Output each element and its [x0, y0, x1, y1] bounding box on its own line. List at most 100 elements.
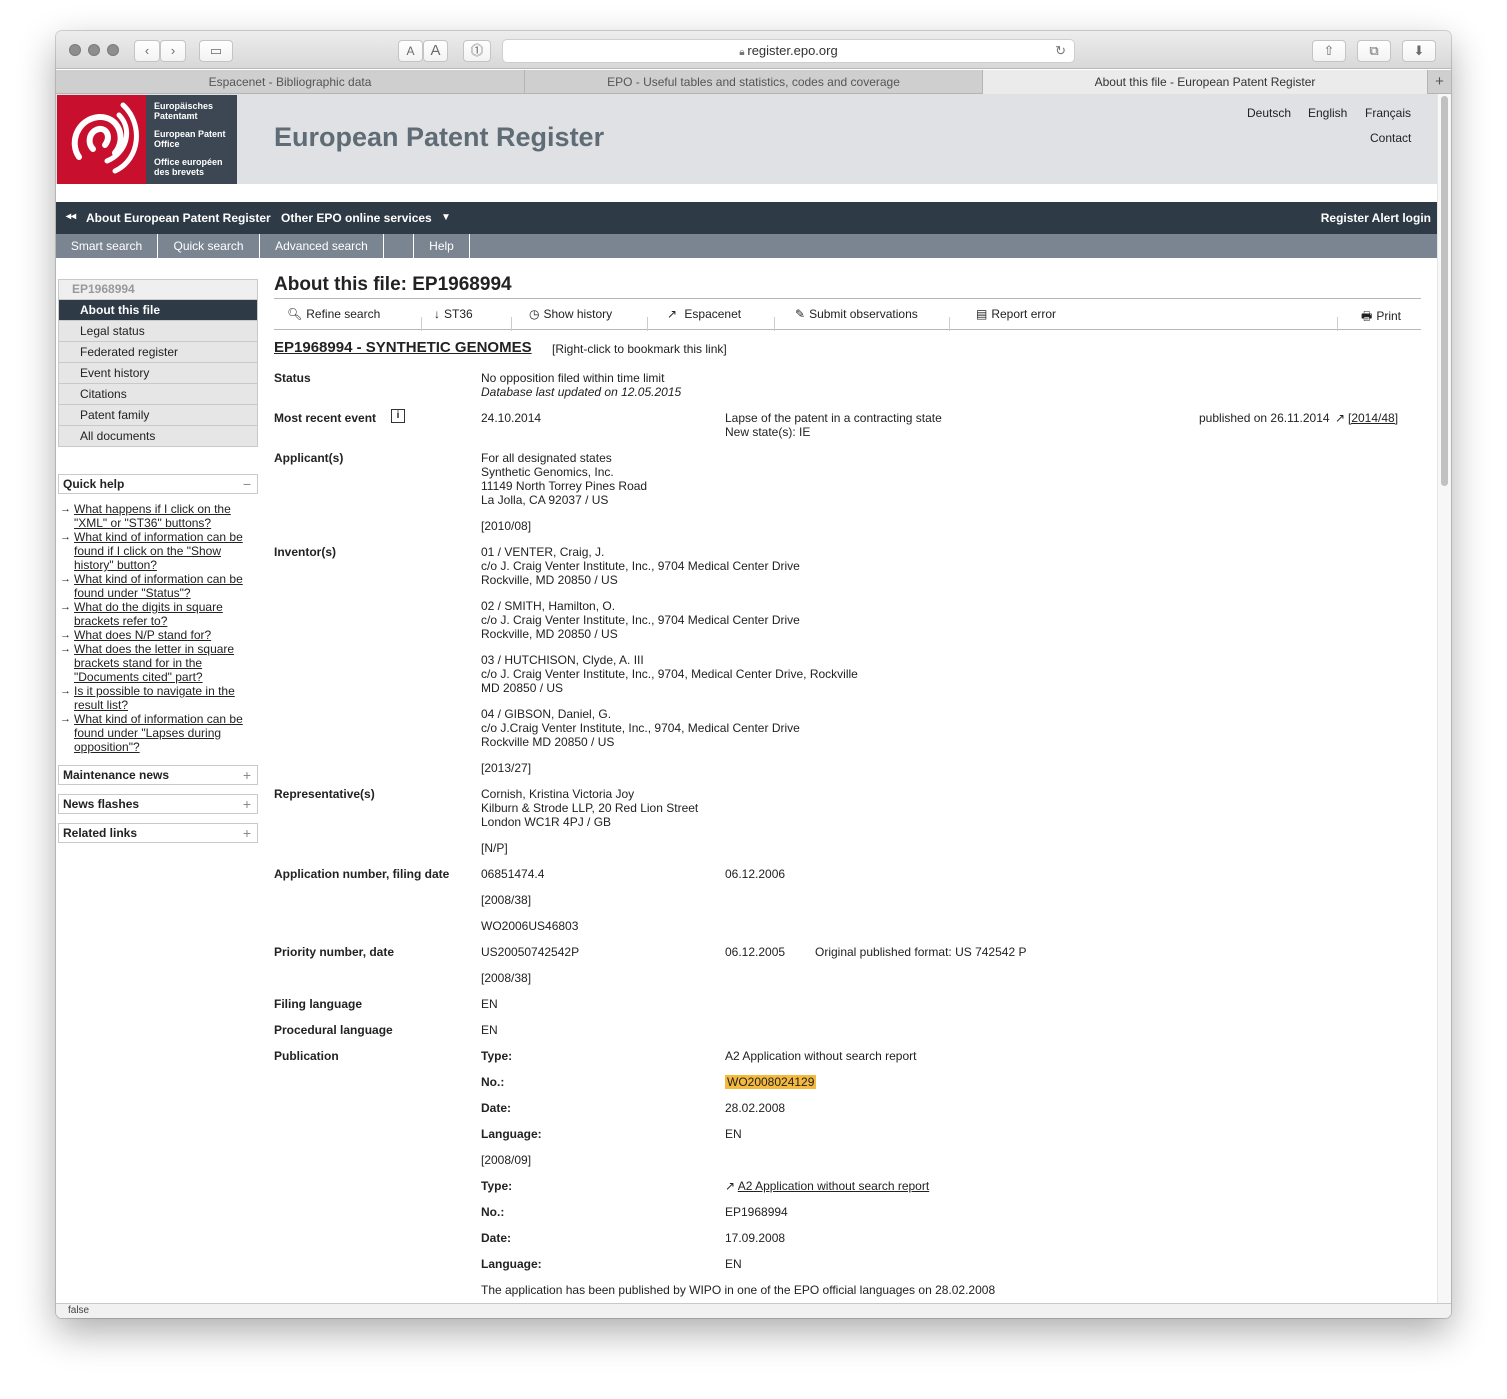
forward-button[interactable]: › [160, 40, 186, 62]
print-button[interactable]: 🖶︎ Print [1361, 307, 1401, 328]
patent-title-link[interactable]: EP1968994 - SYNTHETIC GENOMES [274, 339, 532, 356]
browser-window: ‹ › ▭ A A ⓵ 🔒︎ register.epo.org ↻ ⇧ ⧉ ⬇ … [56, 31, 1451, 1318]
downloads-button[interactable]: ⬇ [1402, 40, 1436, 62]
plus-icon: + [1435, 73, 1444, 90]
quick-help-item[interactable]: What do the digits in square brackets re… [60, 600, 256, 628]
applicant-line: For all designated states [481, 451, 612, 465]
register-alert-login[interactable]: Register Alert login [1321, 211, 1431, 225]
pub-no-highlight: WO2008024129 [725, 1075, 817, 1089]
epo-logo[interactable]: Europäisches Patentamt European Patent O… [57, 95, 237, 184]
nav-other-services[interactable]: Other EPO online services [281, 211, 432, 225]
subnav-advanced-search[interactable]: Advanced search [260, 234, 384, 258]
quick-help-item[interactable]: What happens if I click on the "XML" or … [60, 502, 256, 530]
procedural-language-label: Procedural language [274, 1023, 393, 1037]
logo-line-fr: Office européen des brevets [154, 157, 223, 177]
address-bar[interactable]: 🔒︎ register.epo.org ↻ [502, 39, 1075, 63]
pub-no-value[interactable]: WO2008024129 [725, 1075, 817, 1089]
sidebar-item-patent-family[interactable]: Patent family [59, 405, 257, 426]
external-link-icon: ↗ [667, 307, 678, 321]
epo-logo-mark [57, 95, 146, 184]
bulletin-link[interactable]: [2014/48] [1348, 411, 1398, 425]
subnav-quick-search[interactable]: Quick search [158, 234, 260, 258]
contact-link[interactable]: Contact [1370, 131, 1411, 145]
quick-help-item[interactable]: What kind of information can be found un… [60, 572, 256, 600]
caret-down-icon[interactable]: ▼ [441, 212, 451, 223]
quick-help-item[interactable]: What does the letter in square brackets … [60, 642, 256, 684]
quick-help-item[interactable]: What kind of information can be found if… [60, 530, 256, 572]
logo-line-de: Europäisches Patentamt [154, 101, 214, 121]
arrow-down-icon: ↓ [434, 307, 440, 321]
sidebar-item-all-documents[interactable]: All documents [59, 426, 257, 447]
lang-francais[interactable]: Français [1365, 106, 1411, 120]
tab-epo-tables[interactable]: EPO - Useful tables and statistics, code… [525, 70, 983, 94]
sidebar-item-about[interactable]: About this file [59, 300, 257, 321]
tab-espacenet[interactable]: Espacenet - Bibliographic data [56, 70, 525, 94]
sidebar-item-citations[interactable]: Citations [59, 384, 257, 405]
minimize-window-button[interactable] [88, 44, 100, 56]
representative-line: London WC1R 4PJ / GB [481, 815, 612, 829]
applicant-line: Synthetic Genomics, Inc. [481, 465, 614, 479]
zoom-window-button[interactable] [107, 44, 119, 56]
page-title: About this file: EP1968994 [274, 274, 512, 295]
font-small-icon: A [406, 44, 415, 58]
share-button[interactable]: ⇧ [1312, 40, 1346, 62]
close-window-button[interactable] [69, 44, 81, 56]
refine-search-button[interactable]: 🔍︎ Refine search [287, 307, 380, 321]
back-button[interactable]: ‹ [134, 40, 160, 62]
sidebar-item-federated-register[interactable]: Federated register [59, 342, 257, 363]
subnav-smart-search[interactable]: Smart search [56, 234, 158, 258]
sidebar-file-id: EP1968994 [59, 280, 257, 300]
subnav-empty[interactable] [384, 234, 414, 258]
inventors-label: Inventor(s) [274, 545, 337, 559]
quick-help-panel[interactable]: Quick help − [58, 474, 258, 494]
sidebar-item-event-history[interactable]: Event history [59, 363, 257, 384]
filing-language-value: EN [481, 997, 498, 1011]
expand-icon[interactable]: + [243, 766, 251, 784]
new-tab-button[interactable]: + [1428, 70, 1451, 94]
sidebar-toggle-button[interactable]: ▭ [199, 40, 233, 62]
report-error-button[interactable]: ▤ Report error [976, 307, 1056, 321]
status-value: No opposition filed within time limit [481, 371, 665, 385]
nav-about-register[interactable]: About European Patent Register [86, 211, 271, 225]
st36-button[interactable]: ↓ ST36 [434, 307, 473, 321]
pub2-type-link[interactable]: ↗ A2 Application without search report [725, 1179, 929, 1193]
scrollbar-thumb[interactable] [1441, 96, 1448, 486]
tabs-overview-button[interactable]: ⧉ [1357, 40, 1391, 62]
page-content: Europäisches Patentamt European Patent O… [56, 94, 1437, 1303]
tab-bar: Espacenet - Bibliographic data EPO - Use… [56, 70, 1451, 94]
related-links-panel[interactable]: Related links + [58, 823, 258, 843]
pub-no-label: No.: [481, 1075, 505, 1089]
news-flashes-panel[interactable]: News flashes + [58, 794, 258, 814]
collapse-icon[interactable]: − [243, 475, 251, 493]
quick-help-item[interactable]: What does N/P stand for? [60, 628, 256, 642]
show-history-button[interactable]: ◷ Show history [529, 307, 612, 321]
text-smaller-button[interactable]: A [398, 40, 423, 62]
lang-english[interactable]: English [1308, 106, 1347, 120]
quick-help-item[interactable]: Is it possible to navigate in the result… [60, 684, 256, 712]
reader-button[interactable]: ⓵ [463, 40, 491, 62]
pub-type-label: Type: [481, 1049, 513, 1063]
tabs-icon: ⧉ [1369, 43, 1379, 58]
representative-line: Kilburn & Strode LLP, 20 Red Lion Street [481, 801, 699, 815]
sidebar-item-legal-status[interactable]: Legal status [59, 321, 257, 342]
quick-help-item[interactable]: What kind of information can be found un… [60, 712, 256, 754]
espacenet-button[interactable]: ↗ Espacenet [667, 307, 741, 321]
expand-icon[interactable]: + [243, 824, 251, 842]
submit-observations-button[interactable]: ✎ Submit observations [795, 307, 918, 321]
pub2-date-value: 17.09.2008 [725, 1231, 786, 1245]
reload-icon[interactable]: ↻ [1055, 40, 1066, 62]
tab-about-this-file[interactable]: About this file - European Patent Regist… [983, 70, 1428, 94]
scrollbar[interactable] [1437, 94, 1451, 1303]
lang-deutsch[interactable]: Deutsch [1247, 106, 1291, 120]
pub2-type-label: Type: [481, 1179, 513, 1193]
printer-icon: 🖶︎ [1361, 309, 1373, 323]
subnav-help[interactable]: Help [414, 234, 470, 258]
text-larger-button[interactable]: A [423, 40, 448, 62]
inventor-line: c/o J. Craig Venter Institute, Inc., 970… [481, 559, 800, 573]
expand-icon[interactable]: + [243, 795, 251, 813]
pub2-language-value: EN [725, 1257, 742, 1271]
maintenance-news-panel[interactable]: Maintenance news + [58, 765, 258, 785]
double-chevron-left-icon: ◂◂ [66, 211, 77, 222]
info-icon[interactable]: i [391, 409, 405, 423]
pub-date-value: 28.02.2008 [725, 1101, 786, 1115]
